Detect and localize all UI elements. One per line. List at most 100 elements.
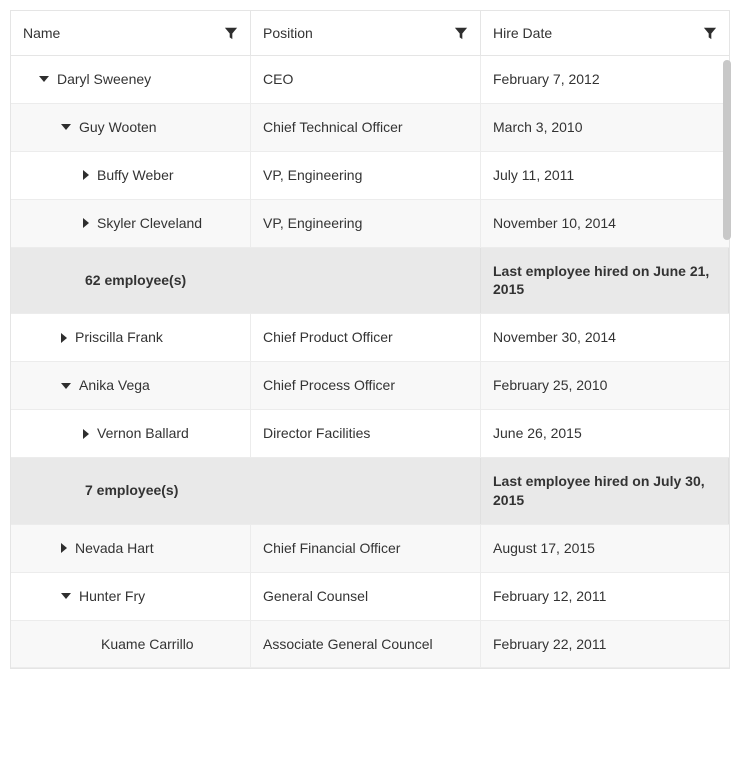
header-row: Name Position Hire Date [11, 11, 729, 56]
name-cell: Guy Wooten [11, 104, 251, 151]
table-row[interactable]: Hunter Fry General Counsel February 12, 20… [11, 573, 729, 621]
hiredate-text: June 26, 2015 [493, 424, 582, 443]
hiredate-cell: February 22, 2011 [481, 621, 729, 668]
hiredate-text: February 7, 2012 [493, 70, 600, 89]
summary-lasthire-text: Last employee hired on July 30, 2015 [493, 472, 716, 510]
hiredate-cell: June 26, 2015 [481, 410, 729, 457]
chevron-down-icon[interactable] [61, 383, 71, 389]
hiredate-cell: February 25, 2010 [481, 362, 729, 409]
table-row[interactable]: Anika Vega Chief Process Officer February … [11, 362, 729, 410]
name-cell: Daryl Sweeney [11, 56, 251, 103]
table-row[interactable]: Nevada Hart Chief Financial Officer August… [11, 525, 729, 573]
chevron-down-icon[interactable] [39, 76, 49, 82]
position-text: VP, Engineering [263, 166, 362, 185]
hiredate-cell: February 12, 2011 [481, 573, 729, 620]
summary-row: 7 employee(s) Last employee hired on July… [11, 458, 729, 525]
hiredate-text: July 11, 2011 [493, 166, 574, 185]
chevron-down-icon[interactable] [61, 593, 71, 599]
column-header-position[interactable]: Position [251, 11, 481, 55]
table-row[interactable]: Daryl Sweeney CEO February 7, 2012 [11, 56, 729, 104]
position-cell: Chief Product Officer [251, 314, 481, 361]
table-row[interactable]: Guy Wooten Chief Technical Officer March 3… [11, 104, 729, 152]
name-text: Kuame Carrillo [101, 635, 194, 654]
filter-icon[interactable] [454, 26, 468, 40]
chevron-right-icon[interactable] [61, 333, 67, 343]
name-cell: Anika Vega [11, 362, 251, 409]
name-text: Daryl Sweeney [57, 70, 151, 89]
name-cell: Kuame Carrillo [11, 621, 251, 668]
chevron-right-icon[interactable] [83, 218, 89, 228]
table-row[interactable]: Skyler Cleveland VP, Engineering November … [11, 200, 729, 248]
hiredate-cell: August 17, 2015 [481, 525, 729, 572]
name-text: Vernon Ballard [97, 424, 189, 443]
column-label: Position [263, 25, 313, 41]
hiredate-text: November 10, 2014 [493, 214, 616, 233]
name-text: Priscilla Frank [75, 328, 163, 347]
table-row[interactable]: Kuame Carrillo Associate General Councel F… [11, 621, 729, 669]
expander-placeholder [83, 641, 93, 647]
position-text: VP, Engineering [263, 214, 362, 233]
position-cell: VP, Engineering [251, 200, 481, 247]
name-cell: Nevada Hart [11, 525, 251, 572]
name-cell: Hunter Fry [11, 573, 251, 620]
hiredate-text: February 22, 2011 [493, 635, 606, 654]
column-label: Hire Date [493, 25, 552, 41]
hiredate-text: March 3, 2010 [493, 118, 583, 137]
summary-lasthire-cell: Last employee hired on June 21, 2015 [481, 248, 729, 314]
hiredate-text: November 30, 2014 [493, 328, 616, 347]
name-cell: Priscilla Frank [11, 314, 251, 361]
hiredate-cell: November 10, 2014 [481, 200, 729, 247]
column-header-hiredate[interactable]: Hire Date [481, 11, 729, 55]
hiredate-cell: November 30, 2014 [481, 314, 729, 361]
table-row[interactable]: Priscilla Frank Chief Product Officer Nove… [11, 314, 729, 362]
name-cell: Skyler Cleveland [11, 200, 251, 247]
chevron-right-icon[interactable] [83, 429, 89, 439]
position-text: General Counsel [263, 587, 368, 606]
tree-list: Name Position Hire Date Daryl Sweeney CEO… [10, 10, 730, 669]
filter-icon[interactable] [224, 26, 238, 40]
chevron-right-icon[interactable] [61, 543, 67, 553]
position-text: Chief Product Officer [263, 328, 393, 347]
hiredate-cell: February 7, 2012 [481, 56, 729, 103]
name-cell: Buffy Weber [11, 152, 251, 199]
chevron-right-icon[interactable] [83, 170, 89, 180]
position-cell: Associate General Councel [251, 621, 481, 668]
summary-count-cell: 62 employee(s) [11, 248, 481, 314]
column-label: Name [23, 25, 60, 41]
position-cell: VP, Engineering [251, 152, 481, 199]
summary-count-cell: 7 employee(s) [11, 458, 481, 524]
hiredate-text: August 17, 2015 [493, 539, 595, 558]
table-row[interactable]: Vernon Ballard Director Facilities June 26… [11, 410, 729, 458]
name-text: Hunter Fry [79, 587, 145, 606]
summary-row: 62 employee(s) Last employee hired on Jun… [11, 248, 729, 315]
position-cell: Chief Financial Officer [251, 525, 481, 572]
hiredate-cell: July 11, 2011 [481, 152, 729, 199]
summary-lasthire-text: Last employee hired on June 21, 2015 [493, 262, 716, 300]
position-text: Chief Technical Officer [263, 118, 403, 137]
scrollbar-thumb[interactable] [723, 60, 731, 240]
name-text: Guy Wooten [79, 118, 157, 137]
position-cell: Chief Technical Officer [251, 104, 481, 151]
summary-lasthire-cell: Last employee hired on July 30, 2015 [481, 458, 729, 524]
summary-count-text: 62 employee(s) [85, 271, 186, 290]
position-text: Chief Process Officer [263, 376, 395, 395]
hiredate-text: February 25, 2010 [493, 376, 607, 395]
name-text: Nevada Hart [75, 539, 154, 558]
chevron-down-icon[interactable] [61, 124, 71, 130]
name-text: Anika Vega [79, 376, 150, 395]
hiredate-cell: March 3, 2010 [481, 104, 729, 151]
table-row[interactable]: Buffy Weber VP, Engineering July 11, 2011 [11, 152, 729, 200]
position-text: Director Facilities [263, 424, 370, 443]
tree-body: Daryl Sweeney CEO February 7, 2012 Guy Woot… [11, 56, 729, 668]
position-cell: General Counsel [251, 573, 481, 620]
position-cell: Director Facilities [251, 410, 481, 457]
name-cell: Vernon Ballard [11, 410, 251, 457]
position-text: CEO [263, 70, 293, 89]
name-text: Buffy Weber [97, 166, 174, 185]
summary-count-text: 7 employee(s) [85, 481, 178, 500]
name-text: Skyler Cleveland [97, 214, 202, 233]
position-cell: CEO [251, 56, 481, 103]
hiredate-text: February 12, 2011 [493, 587, 606, 606]
column-header-name[interactable]: Name [11, 11, 251, 55]
filter-icon[interactable] [703, 26, 717, 40]
